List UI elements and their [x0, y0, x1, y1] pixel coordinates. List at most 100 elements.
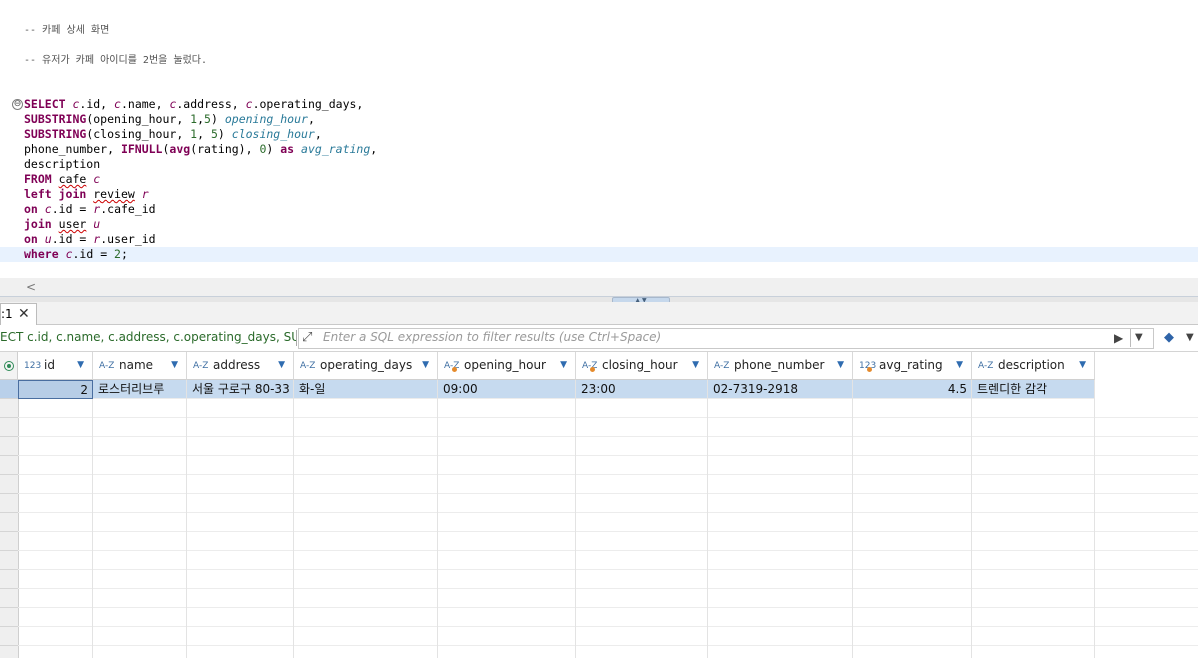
column-clock-badge-icon: [590, 367, 595, 372]
row-gutter-cell[interactable]: [0, 399, 18, 418]
empty-cell: [93, 532, 187, 551]
row-gutter-cell[interactable]: [0, 551, 18, 570]
close-icon[interactable]: ✕: [18, 304, 30, 324]
column-header-1[interactable]: A-Z name ▼: [93, 352, 187, 380]
result-tab-label[interactable]: :1: [1, 304, 13, 324]
run-filter-icon[interactable]: ▶: [1114, 329, 1123, 347]
column-header-5[interactable]: A-Z closing_hour ▼: [576, 352, 708, 380]
column-header-label: opening_hour: [464, 358, 546, 372]
cell-avg_rating[interactable]: 4.5: [853, 380, 972, 399]
column-header-7[interactable]: 123 avg_rating ▼: [853, 352, 972, 380]
cell-description[interactable]: 트렌디한 감각: [972, 380, 1095, 399]
cell-address[interactable]: 서울 구로구 80-33: [187, 380, 294, 399]
result-tab[interactable]: :1 ✕: [0, 303, 37, 325]
column-sort-dropdown-icon[interactable]: ▼: [1079, 352, 1086, 379]
column-header-4[interactable]: A-Z opening_hour ▼: [438, 352, 576, 380]
column-type-icon: A-Z: [300, 361, 316, 371]
empty-cell: [18, 608, 93, 627]
column-sort-dropdown-icon[interactable]: ▼: [422, 352, 429, 379]
record-mode-icon[interactable]: [4, 361, 14, 371]
column-header-label: name: [119, 358, 154, 372]
row-gutter-cell[interactable]: [0, 418, 18, 437]
row-gutter-cell[interactable]: [0, 627, 18, 646]
sql-line-11: where c.id = 2;: [24, 247, 128, 261]
filter-history-dropdown-icon[interactable]: ▼: [1135, 329, 1143, 347]
filter-bar: ECT c.id, c.name, c.address, c.operating…: [0, 325, 1198, 352]
row-gutter-cell[interactable]: [0, 532, 18, 551]
scroll-left-icon[interactable]: <: [26, 278, 36, 296]
empty-cell: [93, 570, 187, 589]
column-header-2[interactable]: A-Z address ▼: [187, 352, 294, 380]
empty-cell: [576, 589, 708, 608]
column-sort-dropdown-icon[interactable]: ▼: [560, 352, 567, 379]
column-sort-dropdown-icon[interactable]: ▼: [956, 352, 963, 379]
empty-cell: [576, 399, 708, 418]
empty-cell: [187, 570, 294, 589]
cell-closing_hour[interactable]: 23:00: [576, 380, 708, 399]
filter-input[interactable]: Enter a SQL expression to filter results…: [323, 325, 661, 351]
empty-cell: [93, 646, 187, 658]
empty-cell: [294, 494, 438, 513]
empty-cell: [576, 570, 708, 589]
empty-cell: [972, 646, 1095, 658]
cell-operating_days[interactable]: 화-일: [294, 380, 438, 399]
eraser-icon[interactable]: ◆: [1164, 329, 1174, 347]
eraser-dropdown-icon[interactable]: ▼: [1186, 329, 1194, 347]
sql-line-6: FROM cafe c: [24, 172, 101, 186]
result-grid[interactable]: 123 id ▼ A-Z name ▼ A-Z address ▼ A-Z operating_da…: [0, 352, 1198, 658]
cell-opening_hour[interactable]: 09:00: [438, 380, 576, 399]
cell-phone_number[interactable]: 02-7319-2918: [708, 380, 853, 399]
column-header-6[interactable]: A-Z phone_number ▼: [708, 352, 853, 380]
sql-line-10: on u.id = r.user_id: [24, 232, 156, 246]
row-gutter-cell[interactable]: [0, 589, 18, 608]
empty-row: [18, 513, 1198, 532]
column-header-8[interactable]: A-Z description ▼: [972, 352, 1095, 380]
empty-row: [18, 627, 1198, 646]
empty-cell: [18, 532, 93, 551]
row-gutter-cell[interactable]: [0, 513, 18, 532]
empty-cell: [438, 437, 576, 456]
column-sort-dropdown-icon[interactable]: ▼: [171, 352, 178, 379]
empty-cell: [708, 513, 853, 532]
row-gutter-cell[interactable]: [0, 570, 18, 589]
column-header-3[interactable]: A-Z operating_days ▼: [294, 352, 438, 380]
empty-cell: [972, 456, 1095, 475]
cell-name[interactable]: 로스터리브루: [93, 380, 187, 399]
empty-cell: [438, 551, 576, 570]
empty-cell: [853, 608, 972, 627]
collapse-icon[interactable]: ⊖: [12, 99, 23, 110]
empty-cell: [853, 551, 972, 570]
row-gutter-cell[interactable]: [0, 608, 18, 627]
column-sort-dropdown-icon[interactable]: ▼: [77, 352, 84, 379]
empty-cell: [438, 589, 576, 608]
sql-editor[interactable]: -- 카페 상세 화면 -- 유저가 카페 아이디를 2번을 눌렀다. ⊖ SE…: [0, 0, 1198, 278]
empty-cell: [18, 551, 93, 570]
empty-cell: [708, 627, 853, 646]
grid-corner[interactable]: [0, 352, 18, 380]
empty-cell: [708, 589, 853, 608]
row-gutter-cell[interactable]: [0, 456, 18, 475]
column-header-0[interactable]: 123 id ▼: [18, 352, 93, 380]
empty-cell: [853, 513, 972, 532]
table-row[interactable]: 2 로스터리브루 서울 구로구 80-33 화-일 09:00 23:00 02-7319-…: [18, 380, 1095, 399]
editor-horizontal-scrollbar[interactable]: <: [0, 278, 1198, 296]
column-sort-dropdown-icon[interactable]: ▼: [692, 352, 699, 379]
empty-cell: [93, 551, 187, 570]
column-sort-dropdown-icon[interactable]: ▼: [278, 352, 285, 379]
empty-row: [18, 608, 1198, 627]
row-gutter-cell[interactable]: [0, 646, 18, 658]
column-sort-dropdown-icon[interactable]: ▼: [837, 352, 844, 379]
cell-id[interactable]: 2: [18, 380, 93, 399]
empty-cell: [972, 399, 1095, 418]
empty-cell: [187, 475, 294, 494]
row-gutter-cell[interactable]: [0, 475, 18, 494]
expand-icon[interactable]: ⤢: [302, 329, 312, 347]
row-gutter-cell[interactable]: [0, 437, 18, 456]
column-clock-badge-icon: [867, 367, 872, 372]
empty-cell: [853, 532, 972, 551]
row-gutter-cell[interactable]: [0, 380, 18, 399]
row-gutter-cell[interactable]: [0, 494, 18, 513]
empty-cell: [294, 532, 438, 551]
empty-cell: [18, 418, 93, 437]
empty-cell: [93, 437, 187, 456]
